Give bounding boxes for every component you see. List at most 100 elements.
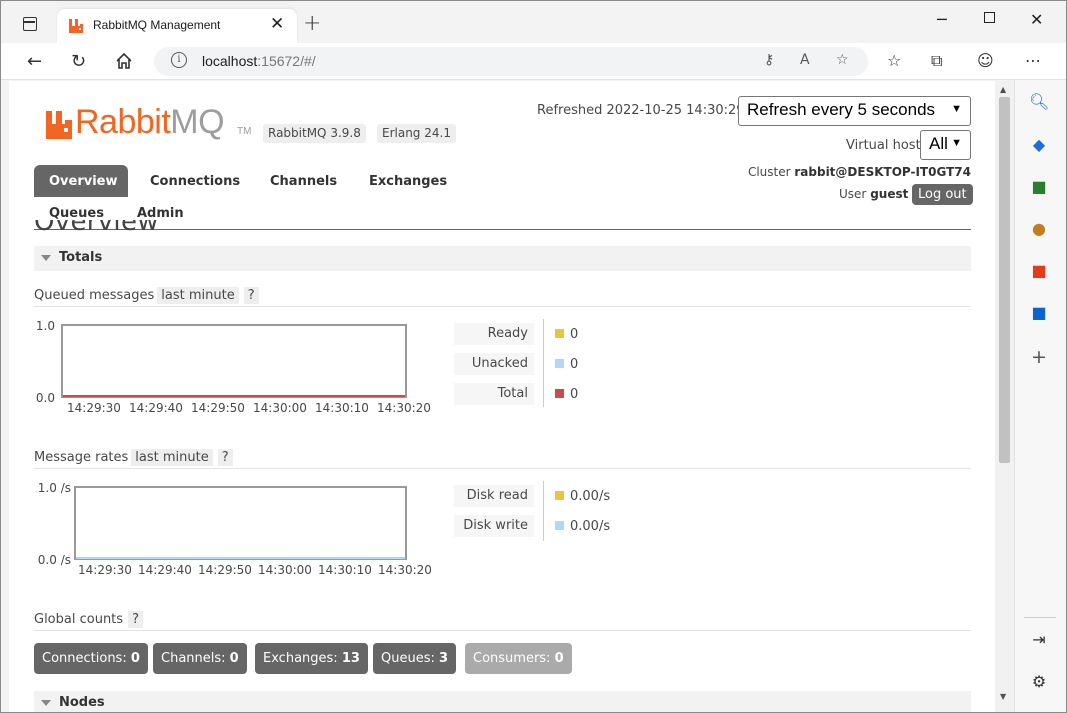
minimize-icon[interactable]: ─: [937, 10, 947, 29]
message-rates-heading: Message rates last minute?: [34, 449, 233, 466]
maximize-icon[interactable]: [984, 12, 995, 23]
y-tick-label: 0.0: [36, 391, 55, 405]
queues-count-button[interactable]: Queues: 3: [373, 643, 457, 674]
settings-gear-icon[interactable]: ⚙: [1029, 672, 1049, 692]
queued-help-button[interactable]: ?: [243, 287, 259, 304]
hide-sidebar-icon[interactable]: ⇥: [1029, 630, 1049, 650]
favorites-icon[interactable]: ☆: [887, 51, 901, 70]
disk-write-swatch: [555, 521, 564, 530]
consumers-count-button[interactable]: Consumers: 0: [465, 643, 572, 674]
x-tick-label: 14:30:10: [318, 563, 372, 577]
rabbitmq-logo-icon: [46, 111, 72, 139]
user-info: User guest: [839, 187, 909, 201]
x-tick-label: 14:29:50: [191, 401, 245, 415]
home-icon[interactable]: [115, 52, 133, 70]
rates-range-toggle[interactable]: last minute: [131, 449, 213, 466]
y-tick-label: 0.0 /s: [38, 553, 71, 567]
queued-range-toggle[interactable]: last minute: [157, 287, 239, 304]
site-info-icon[interactable]: i: [171, 52, 187, 68]
legend-value-disk-read: 0.00/s: [555, 489, 610, 504]
legend-label-total: Total: [454, 383, 534, 405]
global-counts-heading: Global counts?: [34, 611, 143, 628]
divider: [34, 630, 971, 631]
channels-count-button[interactable]: Channels: 0: [153, 643, 247, 674]
plot-area: [74, 486, 407, 560]
tab-queues[interactable]: Queues: [49, 206, 104, 221]
message-rates-chart: 1.0 /s 0.0 /s 14:29:30 14:29:40 14:29:50 14:3…: [38, 481, 432, 577]
rabbitmq-favicon-icon: [69, 19, 83, 33]
divider: [34, 468, 971, 469]
tab-admin[interactable]: Admin: [137, 206, 184, 221]
erlang-version-badge: Erlang 24.1: [377, 124, 456, 143]
profile-icon[interactable]: ☺: [977, 51, 994, 70]
tab-connections[interactable]: Connections: [150, 174, 240, 189]
key-icon[interactable]: ⚷: [764, 52, 774, 68]
legend-label-ready: Ready: [454, 323, 534, 345]
legend-label-disk-write: Disk write: [454, 515, 534, 537]
add-favorite-icon[interactable]: ☆: [836, 52, 849, 68]
games-icon[interactable]: ●: [1029, 219, 1049, 239]
shopping-icon[interactable]: ◆: [1029, 135, 1049, 155]
new-tab-icon[interactable]: +: [303, 11, 321, 36]
rabbitmq-logo-text: RabbitMQ: [75, 103, 225, 141]
x-tick-label: 14:29:40: [129, 401, 183, 415]
refreshed-timestamp: Refreshed 2022-10-25 14:30:29: [537, 103, 745, 118]
scroll-down-icon[interactable]: ▼: [1000, 692, 1006, 701]
tab-exchanges[interactable]: Exchanges: [369, 174, 447, 189]
legend-divider: [543, 481, 544, 541]
window-close-icon[interactable]: ✕: [1030, 10, 1043, 29]
legend-value-disk-write: 0.00/s: [555, 519, 610, 534]
tab-channels[interactable]: Channels: [270, 174, 337, 189]
total-swatch: [555, 389, 564, 398]
tools-icon[interactable]: ■: [1029, 177, 1049, 197]
exchanges-count-button[interactable]: Exchanges: 13: [255, 643, 368, 674]
x-tick-label: 14:30:00: [258, 563, 312, 577]
reload-icon[interactable]: ↻: [71, 51, 86, 72]
scroll-up-icon[interactable]: ▲: [1000, 85, 1006, 94]
page-scrollbar[interactable]: ▲ ▼: [995, 81, 1014, 712]
y-tick-label: 1.0: [36, 319, 55, 333]
office-icon[interactable]: ■: [1029, 261, 1049, 281]
legend-label-unacked: Unacked: [454, 353, 534, 375]
divider: [34, 306, 971, 307]
connections-count-button[interactable]: Connections: 0: [34, 643, 148, 674]
disk-read-swatch: [555, 491, 564, 500]
queued-messages-chart: 1.0 0.0 14:29:30 14:29:40 14:29:50 14:30:00 14…: [36, 319, 431, 415]
more-options-icon[interactable]: ⋯: [1025, 51, 1041, 70]
browser-window: RabbitMQ Management ✕ + ─ ✕ ← ↻ i localh…: [0, 0, 1067, 713]
logout-button[interactable]: Log out: [912, 184, 973, 205]
tab-actions-icon[interactable]: [23, 17, 37, 31]
scrollbar-thumb[interactable]: [999, 97, 1010, 463]
x-tick-label: 14:30:20: [377, 401, 431, 415]
url-text: localhost:15672/#/: [202, 53, 316, 69]
nav-divider: [34, 229, 971, 230]
nodes-section-header[interactable]: Nodes: [34, 691, 971, 712]
collapse-triangle-icon: [41, 700, 51, 706]
x-tick-label: 14:30:00: [253, 401, 307, 415]
page-title: Overview: [34, 220, 159, 233]
totals-section-header[interactable]: Totals: [34, 246, 971, 271]
navigation-bar: ← ↻ i localhost:15672/#/ ⚷ A ☆ ☆ ⧉ ☺ ⋯: [1, 43, 1066, 80]
legend-value-total: 0: [555, 387, 578, 402]
refresh-interval-select[interactable]: Refresh every 5 seconds ▼: [738, 96, 971, 126]
outlook-icon[interactable]: ■: [1029, 303, 1049, 323]
search-icon[interactable]: 🔍︎: [1029, 92, 1049, 112]
virtual-host-select[interactable]: All ▼: [920, 130, 971, 160]
cluster-info: Cluster rabbit@DESKTOP-IT0GT74: [747, 165, 971, 179]
tab-overview[interactable]: Overview: [34, 165, 128, 197]
global-counts-help-button[interactable]: ?: [128, 611, 143, 628]
trademark: TM: [237, 126, 252, 137]
unacked-swatch: [555, 359, 564, 368]
close-tab-icon[interactable]: ✕: [270, 14, 284, 34]
rates-help-button[interactable]: ?: [217, 449, 233, 466]
collections-icon[interactable]: ⧉: [931, 51, 942, 71]
add-sidebar-app-icon[interactable]: +: [1029, 347, 1049, 367]
collapse-triangle-icon: [41, 255, 51, 261]
read-aloud-icon[interactable]: A: [800, 52, 810, 68]
browser-tab[interactable]: RabbitMQ Management ✕: [57, 9, 297, 43]
address-bar[interactable]: i localhost:15672/#/ ⚷ A ☆: [154, 47, 868, 76]
x-tick-label: 14:29:30: [67, 401, 121, 415]
legend-divider: [543, 319, 544, 407]
back-icon[interactable]: ←: [27, 51, 42, 72]
x-tick-label: 14:29:50: [198, 563, 252, 577]
